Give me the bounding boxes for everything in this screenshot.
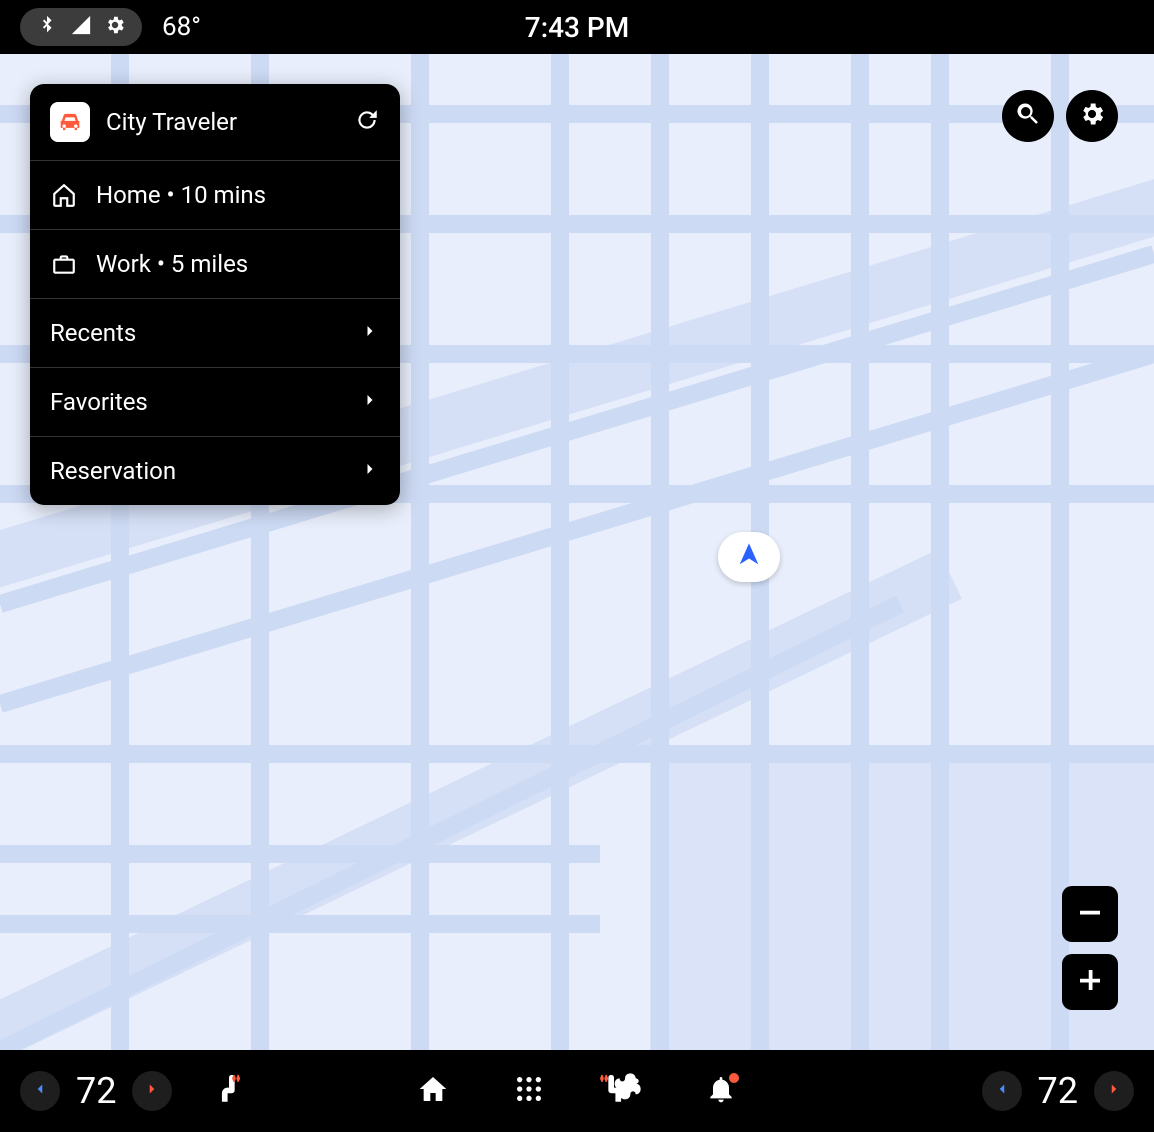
system-bar: 72 72 [0, 1050, 1154, 1132]
zoom-out-button[interactable] [1062, 886, 1118, 942]
chevron-right-icon [143, 1080, 161, 1102]
nav-icons [415, 1073, 739, 1109]
plus-icon [1075, 965, 1105, 999]
menu-recents-label: Recents [50, 319, 342, 347]
status-bar: 68° 7:43 PM [0, 0, 1154, 54]
climate-right: 72 [982, 1070, 1134, 1112]
bluetooth-icon [36, 14, 58, 40]
home-icon [50, 182, 78, 208]
chevron-left-icon [993, 1080, 1011, 1102]
seat-heat-left[interactable] [212, 1072, 246, 1110]
chevron-right-icon [360, 319, 380, 347]
menu-recents[interactable]: Recents [30, 299, 400, 368]
fan-icon [609, 1073, 641, 1109]
menu-reservation[interactable]: Reservation [30, 437, 400, 505]
gear-icon [1078, 100, 1106, 132]
minus-icon [1075, 897, 1105, 931]
chevron-left-icon [31, 1080, 49, 1102]
destination-work-label: Work • 5 miles [96, 250, 380, 278]
chevron-right-icon [360, 457, 380, 485]
climate-left-temp: 72 [76, 1070, 116, 1112]
menu-favorites-label: Favorites [50, 388, 342, 416]
nav-apps-button[interactable] [511, 1073, 547, 1109]
climate-right-temp: 72 [1038, 1070, 1078, 1112]
nav-hvac-button[interactable] [607, 1073, 643, 1109]
destination-work[interactable]: Work • 5 miles [30, 230, 400, 299]
destination-home[interactable]: Home • 10 mins [30, 161, 400, 230]
map-settings-button[interactable] [1066, 90, 1118, 142]
gear-icon [104, 14, 126, 40]
zoom-in-button[interactable] [1062, 954, 1118, 1010]
notification-dot-icon [729, 1073, 739, 1083]
navigation-arrow-icon [735, 541, 763, 573]
outside-temp: 68° [162, 12, 201, 42]
chevron-right-icon [1105, 1080, 1123, 1102]
signal-icon [70, 14, 92, 40]
panel-header: City Traveler [30, 84, 400, 161]
apps-grid-icon [513, 1073, 545, 1109]
climate-right-up[interactable] [1094, 1071, 1134, 1111]
nav-notifications-button[interactable] [703, 1073, 739, 1109]
climate-left-up[interactable] [132, 1071, 172, 1111]
menu-favorites[interactable]: Favorites [30, 368, 400, 437]
climate-right-down[interactable] [982, 1071, 1022, 1111]
chevron-right-icon [360, 388, 380, 416]
work-icon [50, 251, 78, 277]
seat-heat-icon [212, 1091, 246, 1110]
climate-left: 72 [20, 1070, 172, 1112]
app-icon [50, 102, 90, 142]
status-pill [20, 8, 142, 46]
destination-panel: City Traveler Home • 10 mins Work • 5 mi… [30, 84, 400, 505]
clock: 7:43 PM [525, 11, 629, 44]
current-location-marker[interactable] [718, 532, 780, 582]
map-canvas[interactable]: City Traveler Home • 10 mins Work • 5 mi… [0, 54, 1154, 1050]
climate-left-down[interactable] [20, 1071, 60, 1111]
search-icon [1014, 100, 1042, 132]
home-icon [417, 1073, 449, 1109]
destination-home-label: Home • 10 mins [96, 181, 380, 209]
app-title: City Traveler [106, 108, 338, 136]
nav-home-button[interactable] [415, 1073, 451, 1109]
refresh-button[interactable] [354, 107, 380, 137]
menu-reservation-label: Reservation [50, 457, 342, 485]
map-search-button[interactable] [1002, 90, 1054, 142]
